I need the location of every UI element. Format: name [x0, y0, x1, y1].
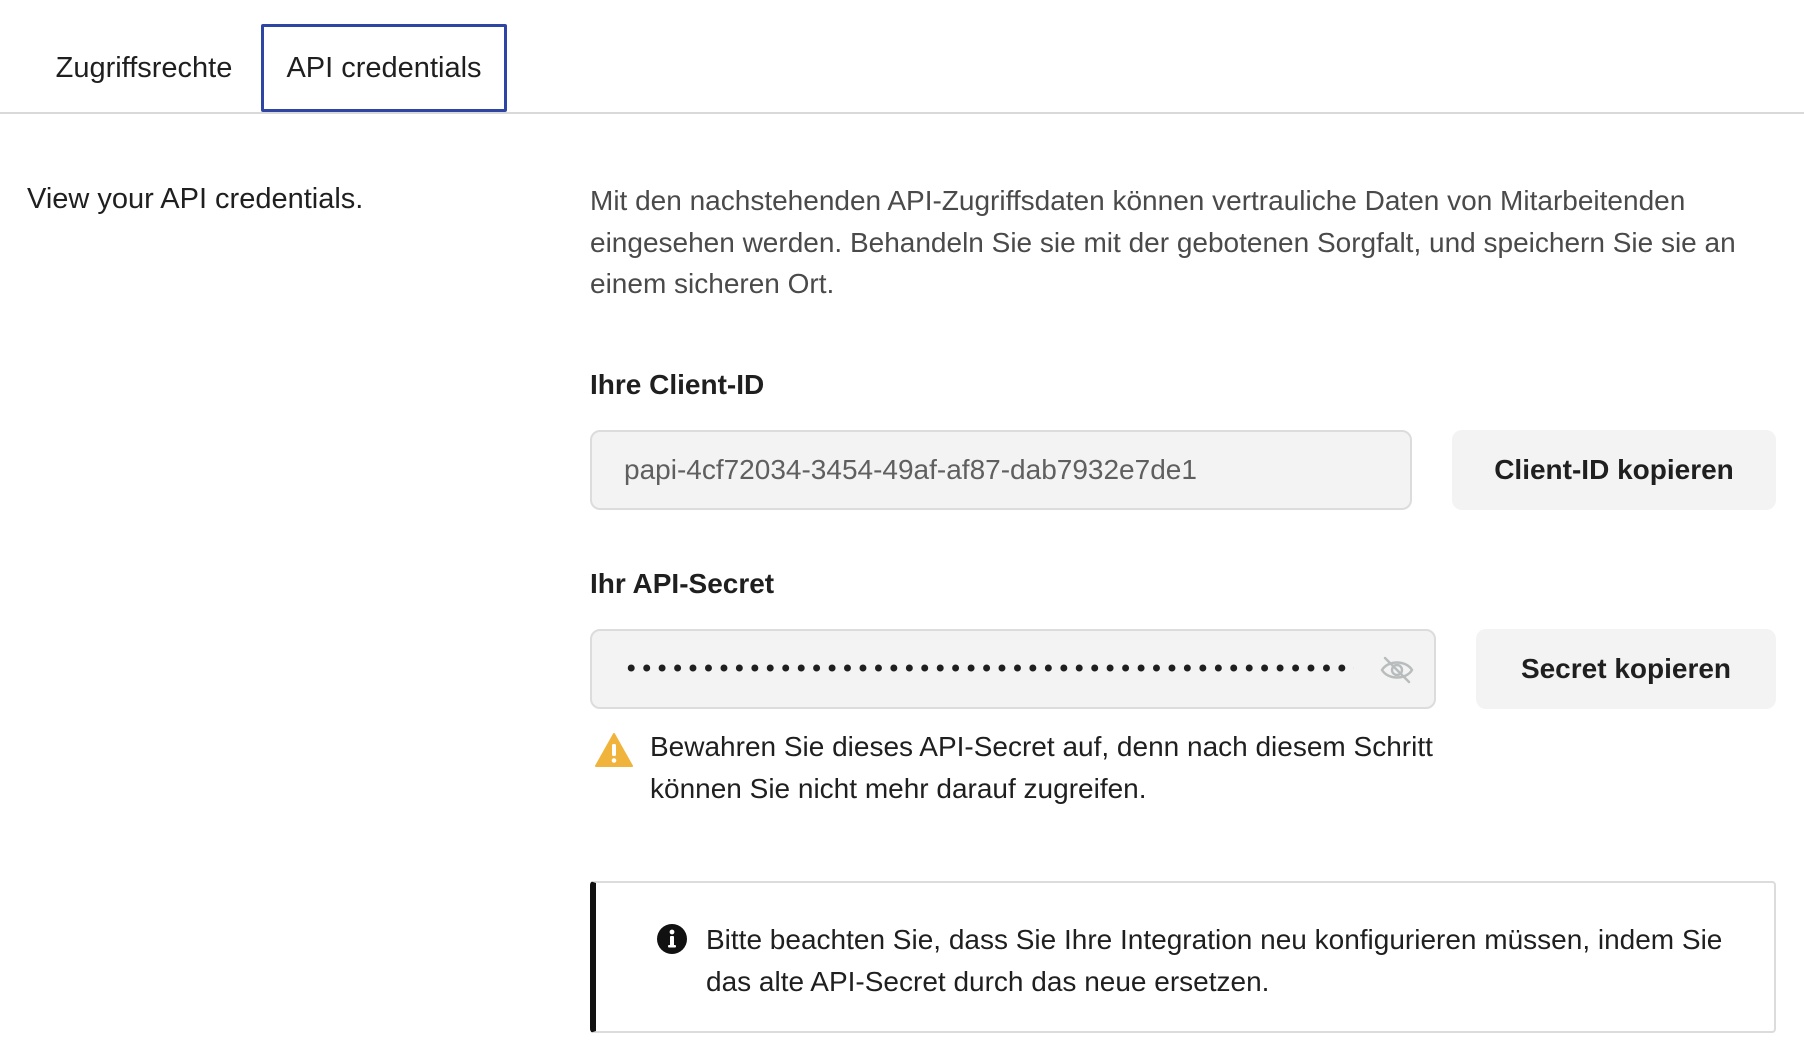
info-text: Bitte beachten Sie, dass Sie Ihre Integr…	[706, 924, 1723, 997]
tab-bar: Zugriffsrechte API credentials	[0, 0, 1804, 114]
api-secret-label: Ihr API-Secret	[590, 568, 775, 599]
api-secret-field[interactable]: ••••••••••••••••••••••••••••••••••••••••…	[590, 629, 1436, 709]
client-id-field[interactable]: papi-4cf72034-3454-49af-af87-dab7932e7de…	[590, 430, 1412, 510]
copy-client-id-button[interactable]: Client-ID kopieren	[1452, 430, 1776, 510]
info-icon	[656, 923, 688, 955]
info-notice: Bitte beachten Sie, dass Sie Ihre Integr…	[590, 881, 1776, 1033]
warning-text: Bewahren Sie dieses API-Secret auf, denn…	[650, 731, 1433, 804]
intro-text: Mit den nachstehenden API-Zugriffsdaten …	[590, 185, 1736, 299]
client-id-value: papi-4cf72034-3454-49af-af87-dab7932e7de…	[624, 454, 1197, 485]
api-credentials-page: Zugriffsrechte API credentials View your…	[0, 0, 1804, 1040]
tab-zugriffsrechte[interactable]: Zugriffsrechte	[28, 24, 260, 112]
secret-warning: Bewahren Sie dieses API-Secret auf, denn…	[594, 726, 1444, 809]
copy-secret-button[interactable]: Secret kopieren	[1476, 629, 1776, 709]
warning-triangle-icon	[594, 732, 634, 768]
section-description: View your API credentials.	[27, 183, 364, 215]
tab-api-credentials[interactable]: API credentials	[261, 24, 507, 112]
api-secret-masked-value: ••••••••••••••••••••••••••••••••••••••••…	[624, 655, 1354, 683]
client-id-label: Ihre Client-ID	[590, 369, 765, 400]
eye-off-icon[interactable]	[1380, 655, 1414, 685]
